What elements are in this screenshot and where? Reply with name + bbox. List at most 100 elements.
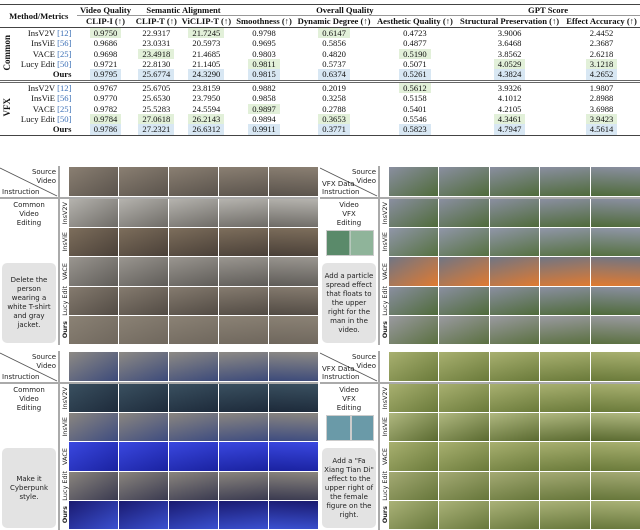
row-label-text: Ours	[380, 506, 389, 524]
video-frame	[269, 257, 318, 286]
video-frame	[540, 257, 590, 286]
method-result-frames	[389, 286, 640, 315]
row-label-text: VACE	[380, 447, 389, 465]
table-row: InsViE [56] 0.9686 23.0331 20.5973 0.9695 0.5…	[0, 38, 640, 48]
row-label-text: InsV2V	[380, 386, 389, 410]
value-cell: 4.3461	[456, 114, 563, 125]
video-frame	[69, 315, 118, 344]
instruction-corner-label: VFX Data Instruction	[322, 365, 360, 381]
video-frame	[69, 384, 118, 413]
value: 0.9784	[89, 114, 122, 125]
comparison-panel: Source Video VFX Data Instruction Video VF…	[320, 351, 640, 530]
metric-header: ViCLIP-T (↑)	[181, 16, 232, 27]
value: 3.9326	[497, 82, 522, 93]
value-cell: 24.3290	[179, 69, 233, 81]
citation: [12]	[57, 27, 72, 38]
value-cell: 0.9750	[77, 27, 133, 39]
method-name: InsV2V	[27, 27, 55, 38]
value-cell: 0.9858	[234, 93, 295, 103]
value: 0.9750	[89, 27, 122, 39]
value: 4.3461	[493, 114, 526, 125]
video-frame	[590, 167, 640, 196]
comparison-panel: Source Video VFX Data Instruction Video VF…	[320, 166, 640, 345]
row-label-text: Ours	[380, 321, 389, 339]
row-label-text: Ours	[60, 506, 69, 524]
value: 0.3771	[318, 124, 350, 135]
video-frame	[540, 199, 590, 228]
video-frame	[439, 352, 489, 381]
video-frame	[489, 286, 540, 315]
row-label: Ours	[380, 501, 389, 529]
value: 22.8130	[142, 59, 171, 70]
video-frame	[590, 199, 640, 228]
header-corner: Source Video VFX Data Instruction	[320, 351, 378, 382]
method-name: VACE	[32, 48, 55, 59]
value: 25.5283	[142, 103, 171, 114]
method-cell: VACE [25]	[14, 49, 77, 59]
method-name: Ours	[52, 69, 72, 80]
video-frame	[269, 286, 318, 315]
instruction-box: Make it Cyberpunk style.	[2, 448, 56, 528]
value: 0.5190	[399, 48, 431, 60]
video-frame	[389, 500, 439, 529]
table-row: Ours 0.9786 27.2321 26.6312 0.9911 0.3771 0.58…	[0, 124, 640, 136]
value: 0.9770	[93, 93, 118, 104]
video-frame	[489, 471, 540, 500]
video-frame	[439, 228, 489, 257]
value-cell: 0.9911	[234, 124, 295, 135]
video-frame	[540, 167, 590, 196]
method-cell: Ours	[14, 69, 77, 81]
value-cell: 23.4918	[134, 48, 180, 60]
row-label: VACE	[60, 442, 69, 470]
value: 0.9803	[252, 48, 276, 59]
value: 4.2652	[585, 69, 618, 80]
video-frame	[439, 315, 489, 344]
value: 22.9317	[142, 27, 171, 38]
method-result-frames	[69, 384, 318, 413]
value-cell: 0.5856	[295, 38, 374, 48]
value-cell: 0.9897	[234, 103, 295, 115]
method-cell: Lucy Edit [50]	[14, 114, 77, 124]
video-frame	[219, 167, 268, 196]
value-cell: 0.4877	[374, 38, 456, 48]
row-label: Lucy Edit	[380, 470, 389, 501]
video-frame	[269, 413, 318, 442]
video-frame	[119, 315, 168, 344]
row-label: InsViE	[60, 413, 69, 441]
value-cell: 0.9815	[234, 69, 295, 81]
method-result-frames	[69, 199, 318, 228]
row-label: VACE	[380, 442, 389, 470]
value-cell: 0.9695	[234, 38, 295, 48]
value-cell: 4.5614	[563, 124, 640, 135]
video-frame	[69, 228, 118, 257]
value-cell: 0.5546	[374, 114, 456, 124]
value-cell: 0.4820	[295, 49, 374, 59]
method-result-frames	[389, 228, 640, 257]
value: 3.9423	[585, 114, 618, 125]
video-frame	[389, 442, 439, 471]
video-frame	[489, 352, 540, 381]
video-frame	[389, 384, 439, 413]
section-label-text: VFX	[1, 98, 12, 117]
instruction-text: Add a "Fa Xiang Tian Di" effect to the u…	[324, 456, 374, 519]
citation: [50]	[57, 114, 72, 125]
video-frame	[590, 471, 640, 500]
value: 0.9786	[89, 124, 122, 135]
table-row: InsViE [56] 0.9770 25.6530 23.7950 0.9858 0.3…	[0, 93, 640, 103]
video-frame	[590, 257, 640, 286]
citation: [50]	[57, 59, 72, 70]
value: 0.6374	[318, 69, 350, 80]
video-frame	[489, 500, 540, 529]
video-frame	[219, 286, 268, 315]
video-frame	[590, 413, 640, 442]
method-result-frames	[69, 442, 318, 471]
video-frame	[389, 286, 439, 315]
row-label-text: Lucy Edit	[380, 470, 389, 501]
video-frame	[119, 257, 168, 286]
row-label-text: InsViE	[380, 417, 389, 438]
value-cell: 4.0529	[456, 59, 563, 70]
video-frame	[219, 384, 268, 413]
value: 23.8159	[192, 82, 221, 93]
video-frame	[69, 352, 118, 381]
value-cell: 21.1405	[179, 59, 233, 69]
